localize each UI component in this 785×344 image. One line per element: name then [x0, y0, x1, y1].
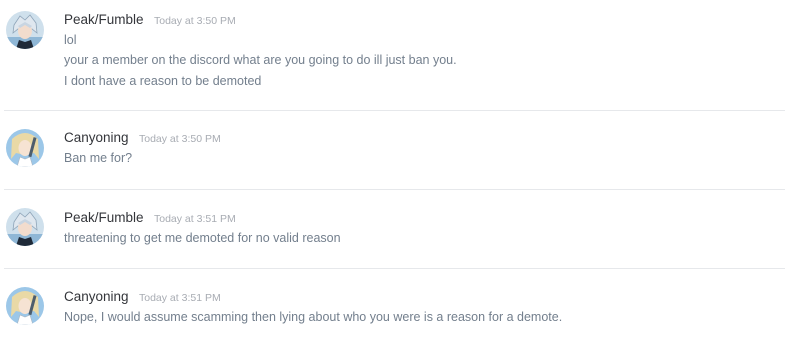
message-header: Peak/Fumble Today at 3:51 PM — [64, 209, 236, 227]
message-text: I dont have a reason to be demoted — [64, 74, 262, 88]
message-text: your a member on the discord what are yo… — [64, 53, 457, 67]
anime-character-avatar-icon — [6, 129, 44, 167]
message-text: Ban me for? — [64, 151, 133, 165]
message-divider — [4, 110, 785, 111]
timestamp: Today at 3:51 PM — [139, 292, 221, 304]
message-divider — [4, 189, 785, 190]
avatar[interactable] — [6, 129, 44, 167]
avatar[interactable] — [6, 208, 44, 246]
username[interactable]: Peak/Fumble — [64, 12, 144, 27]
avatar[interactable] — [6, 11, 44, 49]
anime-character-avatar-icon — [6, 287, 44, 325]
message-text: lol — [64, 33, 77, 47]
message-header: Canyoning Today at 3:50 PM — [64, 129, 221, 147]
chat-message-list: Peak/Fumble Today at 3:50 PM lol your a … — [0, 0, 785, 344]
timestamp: Today at 3:50 PM — [154, 15, 236, 27]
message-header: Canyoning Today at 3:51 PM — [64, 288, 221, 306]
timestamp: Today at 3:50 PM — [139, 133, 221, 145]
message-text: threatening to get me demoted for no val… — [64, 231, 341, 245]
timestamp: Today at 3:51 PM — [154, 213, 236, 225]
message-header: Peak/Fumble Today at 3:50 PM — [64, 11, 236, 29]
avatar[interactable] — [6, 287, 44, 325]
username[interactable]: Peak/Fumble — [64, 210, 144, 225]
username[interactable]: Canyoning — [64, 130, 129, 145]
username[interactable]: Canyoning — [64, 289, 129, 304]
message-text: Nope, I would assume scamming then lying… — [64, 310, 563, 324]
anime-character-avatar-icon — [6, 11, 44, 49]
message-divider — [4, 268, 785, 269]
anime-character-avatar-icon — [6, 208, 44, 246]
